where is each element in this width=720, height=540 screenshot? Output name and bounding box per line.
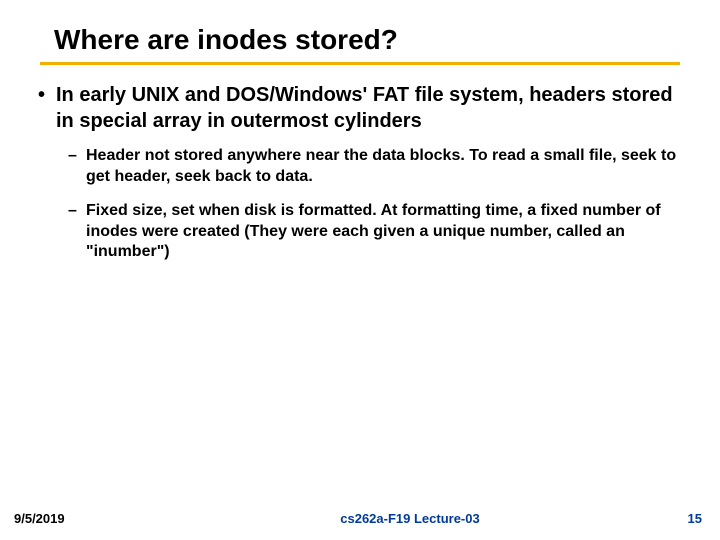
slide-title: Where are inodes stored? [54,24,720,56]
footer-lecture: cs262a-F19 Lecture-03 [160,511,660,526]
bullet-level2: – Header not stored anywhere near the da… [68,146,682,187]
bullet-level2: – Fixed size, set when disk is formatted… [68,201,682,262]
bullet-text: Header not stored anywhere near the data… [86,146,682,187]
title-block: Where are inodes stored? [0,0,720,56]
content-area: • In early UNIX and DOS/Windows' FAT fil… [0,65,720,263]
footer-page-number: 15 [660,511,720,526]
bullet-text: Fixed size, set when disk is formatted. … [86,201,682,262]
bullet-dot-icon: • [38,83,56,134]
bullet-dash-icon: – [68,146,86,187]
footer-date: 9/5/2019 [0,511,160,526]
bullet-text: In early UNIX and DOS/Windows' FAT file … [56,83,682,134]
bullet-level1: • In early UNIX and DOS/Windows' FAT fil… [38,83,682,134]
bullet-dash-icon: – [68,201,86,262]
footer: 9/5/2019 cs262a-F19 Lecture-03 15 [0,511,720,526]
slide: Where are inodes stored? • In early UNIX… [0,0,720,540]
